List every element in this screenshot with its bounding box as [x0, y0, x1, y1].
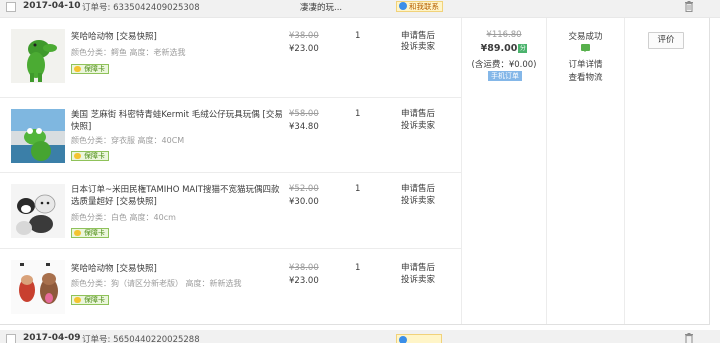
product-thumbnail[interactable]	[11, 260, 65, 314]
unit-price: ¥30.00	[289, 197, 319, 207]
product-title-link[interactable]: 日本订单~米田民権TAMIHO MAIT搜猫不宽猫玩偶四款选质量超好 [交易快照…	[71, 184, 286, 208]
complain-seller-link[interactable]: 投诉卖家	[401, 275, 435, 286]
points-icon: 分	[518, 44, 528, 53]
view-logistics-link[interactable]: 查看物流	[547, 71, 624, 83]
quantity: 1	[355, 263, 361, 273]
message-icon[interactable]	[581, 44, 590, 52]
guarantee-badge[interactable]: 保障卡	[71, 295, 109, 305]
order-number-value: 6335042409025308	[113, 3, 200, 13]
product-title-link[interactable]: 笑哈哈动物 [交易快照]	[71, 263, 286, 275]
order-number: 订单号: 6335042409025308	[82, 1, 200, 13]
product-title-link[interactable]: 笑哈哈动物 [交易快照]	[71, 31, 286, 43]
order-item: 笑哈哈动物 [交易快照] 颜色分类：狗（请区分新老版） 高度：新新选我 保障卡 …	[0, 249, 461, 324]
chat-icon	[399, 336, 407, 343]
after-sale-link[interactable]: 申请售后	[401, 263, 435, 274]
contact-seller-button[interactable]: 和我联系	[396, 1, 443, 12]
product-thumbnail[interactable]	[11, 29, 65, 83]
guarantee-badge[interactable]: 保障卡	[71, 64, 109, 74]
order-date: 2017-04-09	[23, 333, 81, 343]
shipping-fee: (含运费：¥0.00)	[471, 60, 537, 70]
unit-price: ¥23.00	[289, 44, 319, 54]
product-thumbnail[interactable]	[11, 109, 65, 163]
complain-seller-link[interactable]: 投诉卖家	[401, 121, 435, 132]
original-price: ¥52.00	[289, 184, 319, 194]
order-number-label: 订单号:	[82, 335, 111, 343]
product-thumbnail[interactable]	[11, 184, 65, 238]
order-item: 笑哈哈动物 [交易快照] 颜色分类：鳄鱼 高度：老新选我 保障卡 ¥38.00 …	[0, 18, 461, 97]
total-original-price: ¥116.80	[486, 30, 522, 40]
contact-label: 和我联系	[409, 2, 439, 11]
original-price: ¥38.00	[289, 263, 319, 273]
guarantee-badge[interactable]: 保障卡	[71, 228, 109, 238]
order-item: 美国 芝麻街 科密特青蛙Kermit 毛绒公仔玩具玩偶 [交易快照] 颜色分类：…	[0, 98, 461, 172]
after-sale-link[interactable]: 申请售后	[401, 184, 435, 195]
product-properties: 颜色分类：白色 高度：40cm	[71, 213, 176, 222]
mobile-order-badge: 手机订单	[488, 71, 522, 81]
total-paid-value: ¥89.00	[480, 43, 518, 54]
product-title-link[interactable]: 美国 芝麻街 科密特青蛙Kermit 毛绒公仔玩具玩偶 [交易快照]	[71, 109, 286, 133]
shop-name-link[interactable]: 凄凄的玩...	[300, 1, 342, 13]
product-properties: 颜色分类：穿衣服 高度：40CM	[71, 136, 185, 145]
total-paid: ¥89.00 分	[462, 43, 546, 54]
after-sale-link[interactable]: 申请售后	[401, 31, 435, 42]
order-frame-right	[709, 18, 710, 325]
unit-price: ¥34.80	[289, 122, 319, 132]
order-item: 日本订单~米田民権TAMIHO MAIT搜猫不宽猫玩偶四款选质量超好 [交易快照…	[0, 173, 461, 248]
order-status: 交易成功	[568, 32, 603, 42]
review-button[interactable]: 评价	[648, 32, 684, 49]
guarantee-badge[interactable]: 保障卡	[71, 151, 109, 161]
product-properties: 颜色分类：鳄鱼 高度：老新选我	[71, 48, 186, 57]
order-date: 2017-04-10	[23, 1, 81, 11]
trash-icon[interactable]	[684, 1, 694, 12]
quantity: 1	[355, 184, 361, 194]
original-price: ¥38.00	[289, 31, 319, 41]
unit-price: ¥23.00	[289, 276, 319, 286]
chat-icon	[399, 2, 407, 10]
order-header: 2017-04-10 订单号: 6335042409025308 凄凄的玩...…	[0, 0, 720, 18]
original-price: ¥58.00	[289, 109, 319, 119]
order-number: 订单号: 5650440220025288	[82, 333, 200, 343]
order-number-label: 订单号:	[82, 3, 111, 13]
trash-icon[interactable]	[684, 333, 694, 343]
next-order-header: 2017-04-09 订单号: 5650440220025288	[0, 330, 720, 343]
column-divider	[624, 18, 625, 324]
quantity: 1	[355, 31, 361, 41]
order-frame-bottom	[0, 324, 710, 325]
order-select-checkbox[interactable]	[6, 334, 16, 343]
order-detail-link[interactable]: 订单详情	[547, 58, 624, 70]
complain-seller-link[interactable]: 投诉卖家	[401, 42, 435, 53]
after-sale-link[interactable]: 申请售后	[401, 109, 435, 120]
order-number-value: 5650440220025288	[113, 335, 200, 343]
quantity: 1	[355, 109, 361, 119]
complain-seller-link[interactable]: 投诉卖家	[401, 196, 435, 207]
product-properties: 颜色分类：狗（请区分新老版） 高度：新新选我	[71, 279, 242, 288]
order-select-checkbox[interactable]	[6, 2, 16, 12]
contact-seller-button[interactable]	[396, 334, 442, 343]
